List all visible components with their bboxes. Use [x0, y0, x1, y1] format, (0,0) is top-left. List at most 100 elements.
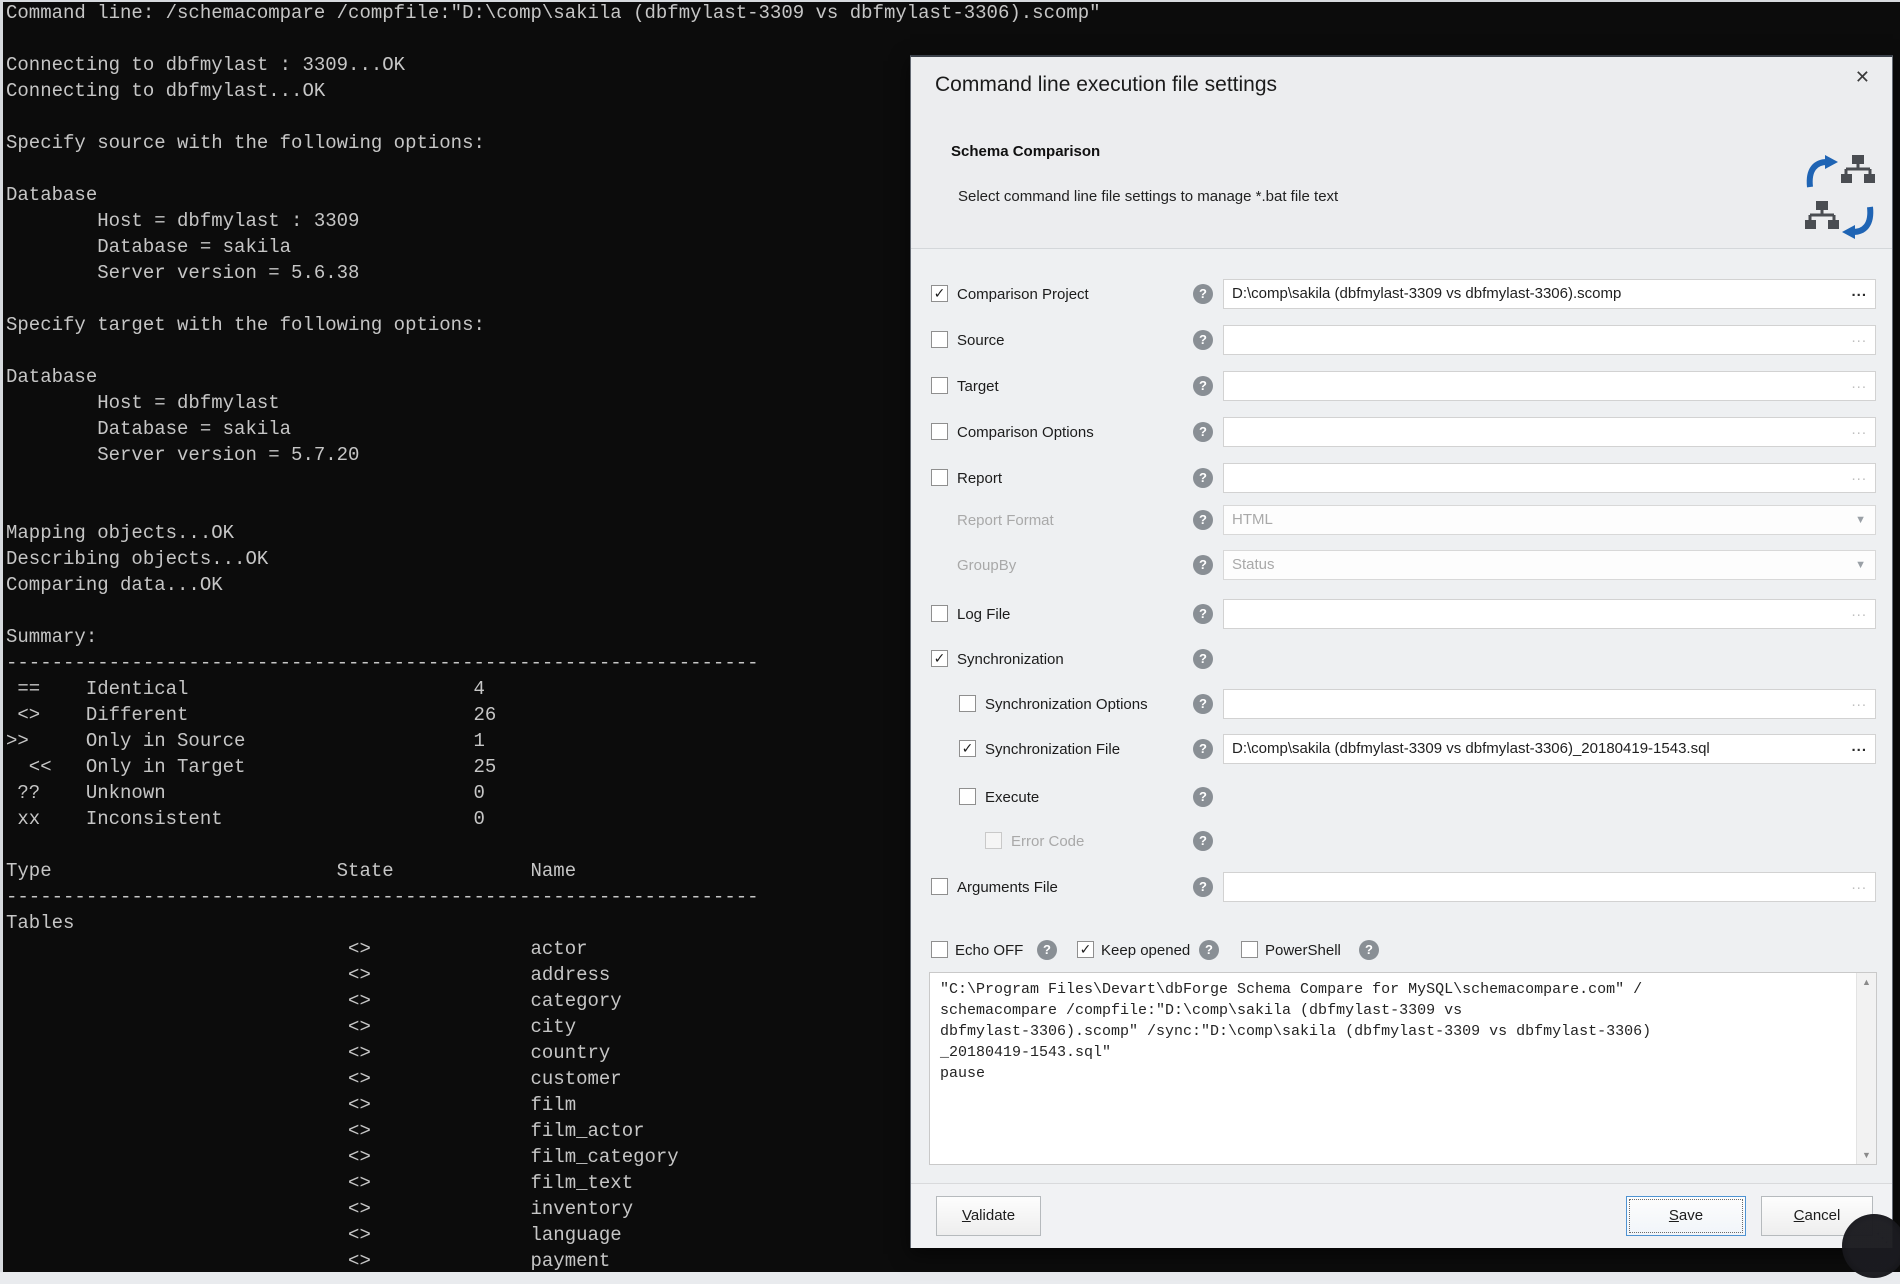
help-icon[interactable]: ?: [1193, 330, 1213, 350]
report-label: Report: [957, 470, 1002, 487]
source-label: Source: [957, 332, 1005, 349]
browse-icon[interactable]: ...: [1851, 421, 1867, 438]
row-shell-options: ✓ Echo OFF ? ✓ Keep opened ? ✓ PowerShel…: [911, 935, 1894, 965]
help-icon[interactable]: ?: [1193, 376, 1213, 396]
help-icon[interactable]: ?: [1193, 787, 1213, 807]
row-comparison-options: ✓ Comparison Options ? ...: [911, 417, 1894, 447]
comparison-options-checkbox[interactable]: ✓: [931, 423, 948, 440]
target-label: Target: [957, 378, 999, 395]
cursor-highlight-overlay: [1842, 1214, 1900, 1278]
row-synchronization: ✓ Synchronization ?: [911, 644, 1894, 674]
bat-script-textarea[interactable]: "C:\Program Files\Devart\dbForge Schema …: [929, 972, 1877, 1165]
row-log-file: ✓ Log File ? ...: [911, 599, 1894, 629]
check-icon: ✓: [932, 651, 947, 666]
synchronization-file-value: D:\comp\sakila (dbfmylast-3309 vs dbfmyl…: [1232, 740, 1710, 757]
row-source: ✓ Source ? ...: [911, 325, 1894, 355]
comparison-options-input[interactable]: ...: [1223, 417, 1876, 447]
comparison-project-checkbox[interactable]: ✓: [931, 285, 948, 302]
frame-bottom-edge: [0, 1272, 1900, 1284]
chevron-down-icon: ▼: [1855, 559, 1866, 571]
row-report-format: Report Format ? HTML ▼: [911, 505, 1894, 535]
report-input[interactable]: ...: [1223, 463, 1876, 493]
browse-icon[interactable]: ...: [1851, 738, 1867, 755]
comparison-project-value: D:\comp\sakila (dbfmylast-3309 vs dbfmyl…: [1232, 285, 1621, 302]
groupby-value: Status: [1232, 556, 1275, 573]
textarea-scrollbar[interactable]: ▲ ▼: [1856, 973, 1876, 1164]
help-icon[interactable]: ?: [1193, 284, 1213, 304]
row-comparison-project: ✓ Comparison Project ? D:\comp\sakila (d…: [911, 279, 1894, 309]
source-input[interactable]: ...: [1223, 325, 1876, 355]
close-icon[interactable]: ✕: [1855, 67, 1870, 88]
powershell-label: PowerShell: [1265, 942, 1341, 959]
report-checkbox[interactable]: ✓: [931, 469, 948, 486]
target-checkbox[interactable]: ✓: [931, 377, 948, 394]
save-button[interactable]: Save: [1626, 1196, 1746, 1236]
browse-icon[interactable]: ...: [1851, 375, 1867, 392]
schema-comparison-icon: [1803, 153, 1877, 243]
scroll-up-icon[interactable]: ▲: [1857, 977, 1876, 987]
synchronization-options-label: Synchronization Options: [985, 696, 1148, 713]
comparison-project-input[interactable]: D:\comp\sakila (dbfmylast-3309 vs dbfmyl…: [1223, 279, 1876, 309]
report-format-label: Report Format: [957, 512, 1054, 529]
help-icon[interactable]: ?: [1193, 468, 1213, 488]
source-checkbox[interactable]: ✓: [931, 331, 948, 348]
help-icon[interactable]: ?: [1193, 422, 1213, 442]
groupby-select[interactable]: Status ▼: [1223, 550, 1876, 580]
arguments-file-input[interactable]: ...: [1223, 872, 1876, 902]
help-icon[interactable]: ?: [1193, 510, 1213, 530]
row-error-code: ✓ Error Code ?: [911, 826, 1894, 856]
dialog-button-bar: Validate Save Cancel ⋱: [911, 1183, 1892, 1248]
row-arguments-file: ✓ Arguments File ? ...: [911, 872, 1894, 902]
help-icon[interactable]: ?: [1193, 831, 1213, 851]
help-icon[interactable]: ?: [1037, 940, 1057, 960]
synchronization-file-checkbox[interactable]: ✓: [959, 740, 976, 757]
report-format-value: HTML: [1232, 511, 1273, 528]
comparison-project-label: Comparison Project: [957, 286, 1089, 303]
row-groupby: GroupBy ? Status ▼: [911, 550, 1894, 580]
help-icon[interactable]: ?: [1193, 694, 1213, 714]
keep-opened-checkbox[interactable]: ✓: [1077, 941, 1094, 958]
command-line-settings-dialog: Command line execution file settings ✕ S…: [910, 55, 1893, 1248]
dialog-header: Command line execution file settings ✕ S…: [911, 57, 1892, 249]
arguments-file-label: Arguments File: [957, 879, 1058, 896]
execute-label: Execute: [985, 789, 1039, 806]
help-icon[interactable]: ?: [1193, 739, 1213, 759]
log-file-input[interactable]: ...: [1223, 599, 1876, 629]
error-code-checkbox[interactable]: ✓: [985, 832, 1002, 849]
section-title: Schema Comparison: [951, 143, 1100, 160]
echo-off-checkbox[interactable]: ✓: [931, 941, 948, 958]
target-input[interactable]: ...: [1223, 371, 1876, 401]
scroll-down-icon[interactable]: ▼: [1857, 1150, 1876, 1160]
arguments-file-checkbox[interactable]: ✓: [931, 878, 948, 895]
validate-button[interactable]: Validate: [936, 1196, 1041, 1236]
synchronization-options-checkbox[interactable]: ✓: [959, 695, 976, 712]
help-icon[interactable]: ?: [1359, 940, 1379, 960]
help-icon[interactable]: ?: [1193, 555, 1213, 575]
synchronization-options-input[interactable]: ...: [1223, 689, 1876, 719]
browse-icon[interactable]: ...: [1851, 329, 1867, 346]
row-synchronization-options: ✓ Synchronization Options ? ...: [911, 689, 1894, 719]
browse-icon[interactable]: ...: [1851, 467, 1867, 484]
browse-icon[interactable]: ...: [1851, 876, 1867, 893]
log-file-checkbox[interactable]: ✓: [931, 605, 948, 622]
section-subtitle: Select command line file settings to man…: [958, 188, 1338, 205]
help-icon[interactable]: ?: [1193, 649, 1213, 669]
synchronization-checkbox[interactable]: ✓: [931, 650, 948, 667]
row-report: ✓ Report ? ...: [911, 463, 1894, 493]
comparison-options-label: Comparison Options: [957, 424, 1094, 441]
help-icon[interactable]: ?: [1193, 604, 1213, 624]
keep-opened-label: Keep opened: [1101, 942, 1190, 959]
synchronization-file-label: Synchronization File: [985, 741, 1120, 758]
log-file-label: Log File: [957, 606, 1010, 623]
help-icon[interactable]: ?: [1193, 877, 1213, 897]
browse-icon[interactable]: ...: [1851, 693, 1867, 710]
browse-icon[interactable]: ...: [1851, 283, 1867, 300]
help-icon[interactable]: ?: [1199, 940, 1219, 960]
browse-icon[interactable]: ...: [1851, 603, 1867, 620]
powershell-checkbox[interactable]: ✓: [1241, 941, 1258, 958]
report-format-select[interactable]: HTML ▼: [1223, 505, 1876, 535]
row-execute: ✓ Execute ?: [911, 782, 1894, 812]
check-icon: ✓: [1078, 942, 1093, 957]
synchronization-file-input[interactable]: D:\comp\sakila (dbfmylast-3309 vs dbfmyl…: [1223, 734, 1876, 764]
execute-checkbox[interactable]: ✓: [959, 788, 976, 805]
